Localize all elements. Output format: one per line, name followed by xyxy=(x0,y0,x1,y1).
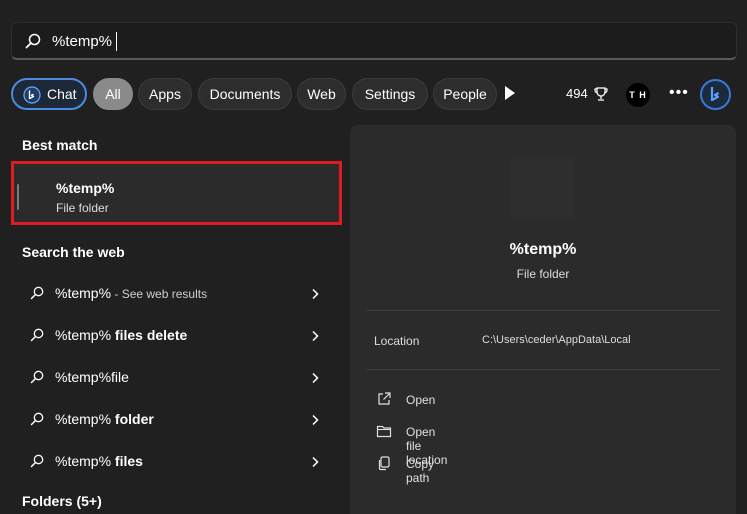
web-result-query: %temp% xyxy=(55,285,112,301)
chevron-right-icon[interactable] xyxy=(311,329,319,347)
location-value: C:\Users\ceder\AppData\Local xyxy=(482,334,631,346)
text-caret xyxy=(116,32,117,51)
tab-settings[interactable]: Settings xyxy=(352,78,428,110)
best-match-name: %temp% xyxy=(56,180,115,196)
avatar[interactable]: T H xyxy=(626,83,650,107)
bing-chat-icon xyxy=(23,85,41,113)
search-icon xyxy=(30,328,44,347)
best-match-type: File folder xyxy=(56,201,109,215)
search-input[interactable]: %temp% xyxy=(52,33,112,50)
web-result-3[interactable]: %temp% folder xyxy=(11,399,337,439)
chevron-right-icon[interactable] xyxy=(311,287,319,305)
search-icon xyxy=(30,286,44,305)
web-result-2[interactable]: %temp%file xyxy=(11,357,337,397)
chevron-right-icon[interactable] xyxy=(311,455,319,473)
web-result-query: %temp% xyxy=(55,411,112,427)
folder-icon xyxy=(511,156,575,220)
folder-open-icon xyxy=(376,423,392,444)
tab-web[interactable]: Web xyxy=(297,78,346,110)
trophy-icon[interactable] xyxy=(593,86,609,107)
web-result-bold: files xyxy=(111,453,143,469)
tab-documents[interactable]: Documents xyxy=(198,78,292,110)
best-match-result[interactable]: %temp% File folder xyxy=(11,161,342,225)
chevron-right-icon[interactable] xyxy=(311,371,319,389)
divider xyxy=(366,369,720,370)
best-match-heading: Best match xyxy=(22,137,98,153)
search-bar[interactable]: %temp% xyxy=(11,22,737,60)
web-result-0[interactable]: %temp% - See web results xyxy=(11,273,337,313)
tab-chat-label: Chat xyxy=(47,86,77,102)
web-result-hint: - See web results xyxy=(111,287,208,301)
web-result-4[interactable]: %temp% files xyxy=(11,441,337,481)
selection-indicator xyxy=(17,184,19,210)
location-label: Location xyxy=(374,334,420,348)
folders-heading: Folders (5+) xyxy=(22,493,102,509)
rewards-points[interactable]: 494 xyxy=(566,86,588,101)
more-options-icon[interactable]: ••• xyxy=(669,84,689,102)
web-result-query: %temp% xyxy=(55,327,112,343)
search-icon xyxy=(30,412,44,431)
web-result-bold: files delete xyxy=(111,327,188,343)
search-icon xyxy=(30,454,44,473)
tab-chat[interactable]: Chat xyxy=(11,78,87,110)
tab-people[interactable]: People xyxy=(433,78,497,110)
web-result-bold: folder xyxy=(111,411,154,427)
tab-all[interactable]: All xyxy=(93,78,133,110)
web-result-query: %temp%file xyxy=(55,369,129,385)
bing-icon[interactable] xyxy=(700,79,731,110)
preview-pane: %temp% File folder Location C:\Users\ced… xyxy=(350,125,736,514)
divider xyxy=(366,310,720,311)
search-icon xyxy=(25,33,41,54)
search-icon xyxy=(30,370,44,389)
more-filters-play-icon[interactable] xyxy=(505,86,515,100)
web-result-1[interactable]: %temp% files delete xyxy=(11,315,337,355)
preview-name: %temp% xyxy=(509,241,577,258)
web-result-query: %temp% xyxy=(55,453,112,469)
open-label: Open xyxy=(406,393,436,407)
folder-icon xyxy=(27,186,49,208)
preview-type: File folder xyxy=(516,267,570,281)
chevron-right-icon[interactable] xyxy=(311,413,319,431)
web-search-heading: Search the web xyxy=(22,244,125,260)
copy-path-label: Copy path xyxy=(406,457,435,485)
copy-icon xyxy=(376,455,392,476)
open-external-icon xyxy=(376,391,392,412)
tab-apps[interactable]: Apps xyxy=(138,78,192,110)
